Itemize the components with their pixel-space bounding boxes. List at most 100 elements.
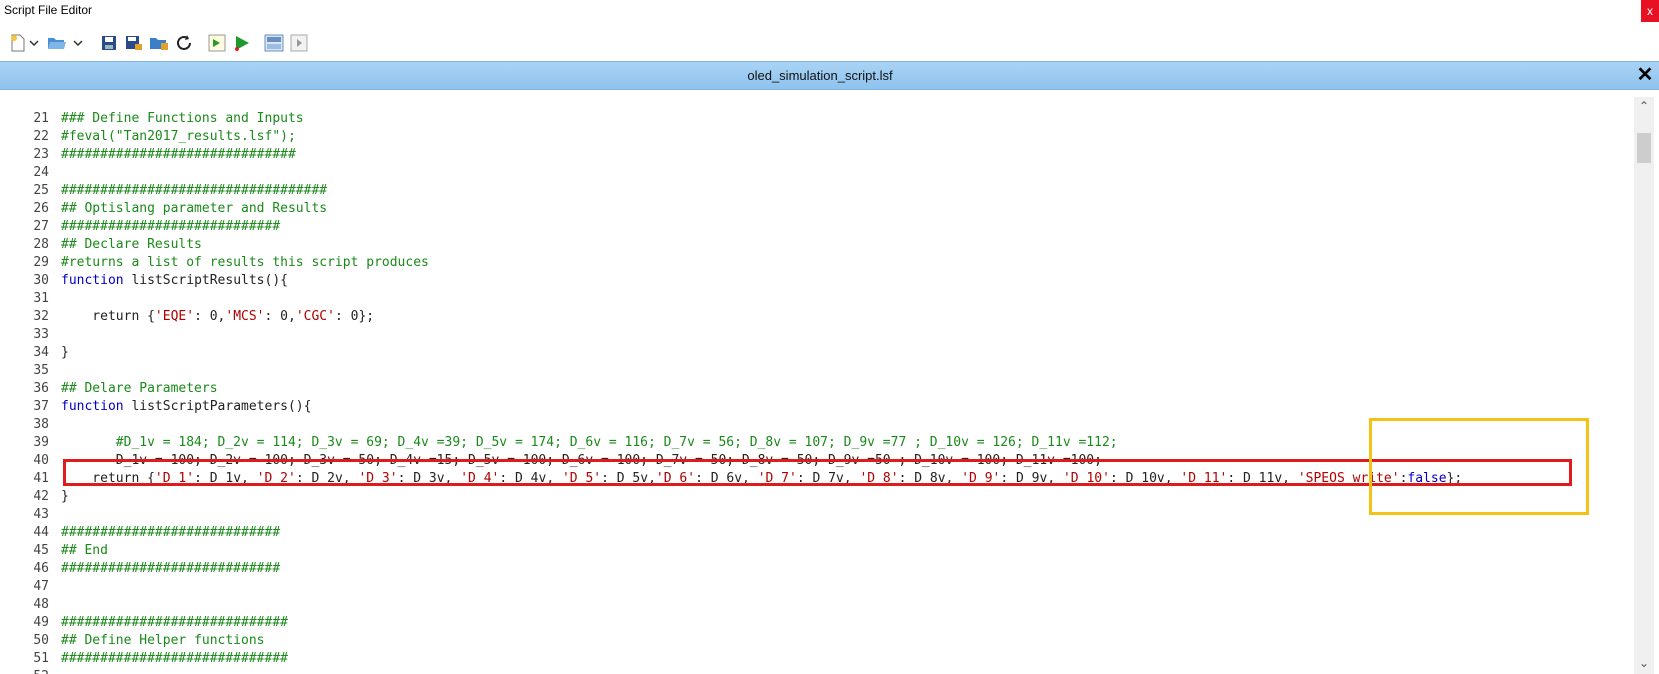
line-code: ## Optislang parameter and Results — [61, 200, 327, 218]
line-number: 52 — [0, 668, 49, 674]
line-number: 39 — [33, 435, 49, 450]
code-token: ### Define Functions and Inputs — [61, 111, 304, 126]
line-code: return {'EQE': 0,'MCS': 0,'CGC': 0}; — [61, 308, 374, 326]
code-token: : 0, — [264, 309, 296, 324]
speos-write-highlight-box — [1369, 418, 1589, 515]
code-line[interactable]: 21 ### Define Functions and Inputs — [0, 110, 1630, 128]
code-line[interactable]: 47 — [0, 578, 1630, 596]
line-code: ############################ — [61, 218, 280, 236]
code-token: ############################# — [61, 651, 288, 666]
run-selection-icon[interactable] — [207, 33, 227, 53]
line-number: 36 — [33, 381, 49, 396]
document-tab-bar: oled_simulation_script.lsf ✕ — [0, 61, 1659, 90]
code-line[interactable]: 48 — [0, 596, 1630, 614]
code-token: : 0}; — [334, 309, 375, 324]
code-line[interactable]: 52 — [0, 668, 1630, 674]
line-code: ############################## — [61, 146, 296, 164]
code-token: } — [61, 345, 69, 360]
line-number: 41 — [33, 471, 49, 486]
dropdown-arrow-icon[interactable] — [28, 33, 40, 53]
line-number: 32 — [33, 309, 49, 324]
save-icon[interactable] — [99, 33, 119, 53]
line-number: 38 — [33, 417, 49, 432]
code-line[interactable]: 23 ############################## — [0, 146, 1630, 164]
code-token: ## Optislang parameter and Results — [61, 201, 328, 216]
line-code: function listScriptResults(){ — [61, 272, 288, 290]
line-number: 26 — [33, 201, 49, 216]
code-token: ## Declare Results — [61, 237, 202, 252]
dropdown-arrow-icon[interactable] — [72, 33, 84, 53]
code-token: 'CGC' — [295, 309, 335, 324]
code-editor[interactable]: 21 ### Define Functions and Inputs 22 #feva… — [0, 97, 1630, 674]
code-line[interactable]: 46 ############################ — [0, 560, 1630, 578]
return-line-highlight-box — [63, 459, 1572, 486]
line-code: ## Define Helper functions — [61, 632, 265, 650]
line-number: 25 — [33, 183, 49, 198]
code-line[interactable]: 37 function listScriptParameters(){ — [0, 398, 1630, 416]
code-line[interactable]: 31 — [0, 290, 1630, 308]
code-line[interactable]: 49 ############################# — [0, 614, 1630, 632]
close-tab-button[interactable]: ✕ — [1635, 64, 1655, 86]
line-number: 51 — [33, 651, 49, 666]
line-number: 27 — [33, 219, 49, 234]
line-number: 28 — [33, 237, 49, 252]
line-code: ############################ — [61, 560, 280, 578]
code-line[interactable]: 28 ## Declare Results — [0, 236, 1630, 254]
line-number: 40 — [33, 453, 49, 468]
line-number: 42 — [33, 489, 49, 504]
code-line[interactable]: 35 — [0, 362, 1630, 380]
code-token: #returns a list of results this script p… — [61, 255, 429, 270]
code-line[interactable]: 22 #feval("Tan2017_results.lsf"); — [0, 128, 1630, 146]
code-token: : 0, — [194, 309, 226, 324]
scroll-down-icon[interactable]: ⌄ — [1634, 656, 1654, 672]
code-line[interactable]: 44 ############################ — [0, 524, 1630, 542]
scroll-up-icon[interactable]: ⌃ — [1634, 99, 1654, 115]
code-line[interactable]: 33 — [0, 326, 1630, 344]
code-token: function — [61, 399, 124, 414]
tab-filename[interactable]: oled_simulation_script.lsf — [0, 68, 1640, 83]
code-line[interactable]: 26 ## Optislang parameter and Results — [0, 200, 1630, 218]
code-line[interactable]: 50 ## Define Helper functions — [0, 632, 1630, 650]
code-token: ## End — [61, 543, 108, 558]
line-number: 50 — [33, 633, 49, 648]
code-token: return { — [61, 309, 155, 324]
line-code: #D_1v = 184; D_2v = 114; D_3v = 69; D_4v… — [61, 434, 1118, 452]
code-line[interactable]: 45 ## End — [0, 542, 1630, 560]
open-folder-icon[interactable] — [47, 33, 67, 53]
line-code: } — [61, 344, 69, 362]
window-title: Script File Editor — [4, 3, 93, 17]
run-icon[interactable] — [232, 33, 252, 53]
line-code: ## Declare Results — [61, 236, 202, 254]
line-code: #returns a list of results this script p… — [61, 254, 429, 272]
window-close-button[interactable]: x — [1641, 0, 1659, 22]
title-bar: Script File Editor x — [0, 0, 1659, 22]
code-line[interactable]: 36 ## Delare Parameters — [0, 380, 1630, 398]
scrollbar-thumb[interactable] — [1637, 133, 1651, 163]
code-line[interactable]: 24 — [0, 164, 1630, 182]
open-folder-lock-icon[interactable] — [149, 33, 169, 53]
code-token: ## Define Helper functions — [61, 633, 265, 648]
line-number: 37 — [33, 399, 49, 414]
code-token: ################################## — [61, 183, 328, 198]
step-icon[interactable] — [289, 33, 309, 53]
new-file-icon[interactable] — [8, 33, 28, 53]
refresh-icon[interactable] — [174, 33, 194, 53]
code-token: ############################ — [61, 219, 281, 234]
save-as-icon[interactable] — [124, 33, 144, 53]
code-line[interactable]: 29 #returns a list of results this script… — [0, 254, 1630, 272]
line-code: } — [61, 488, 69, 506]
code-line[interactable]: 27 ############################ — [0, 218, 1630, 236]
code-line[interactable]: 25 ################################## — [0, 182, 1630, 200]
line-number: 21 — [33, 111, 49, 126]
code-line[interactable]: 30 function listScriptResults(){ — [0, 272, 1630, 290]
code-line[interactable]: 32 return {'EQE': 0,'MCS': 0,'CGC': 0}; — [0, 308, 1630, 326]
code-line[interactable]: 34} — [0, 344, 1630, 362]
code-line[interactable]: 51 ############################# — [0, 650, 1630, 668]
line-code: ## Delare Parameters — [61, 380, 218, 398]
line-number: 34 — [33, 345, 49, 360]
code-token: } — [61, 489, 69, 504]
split-view-icon[interactable] — [264, 33, 284, 53]
line-number: 43 — [33, 507, 49, 522]
vertical-scrollbar[interactable]: ⌃ ⌄ — [1634, 97, 1654, 674]
code-token: function — [61, 273, 124, 288]
